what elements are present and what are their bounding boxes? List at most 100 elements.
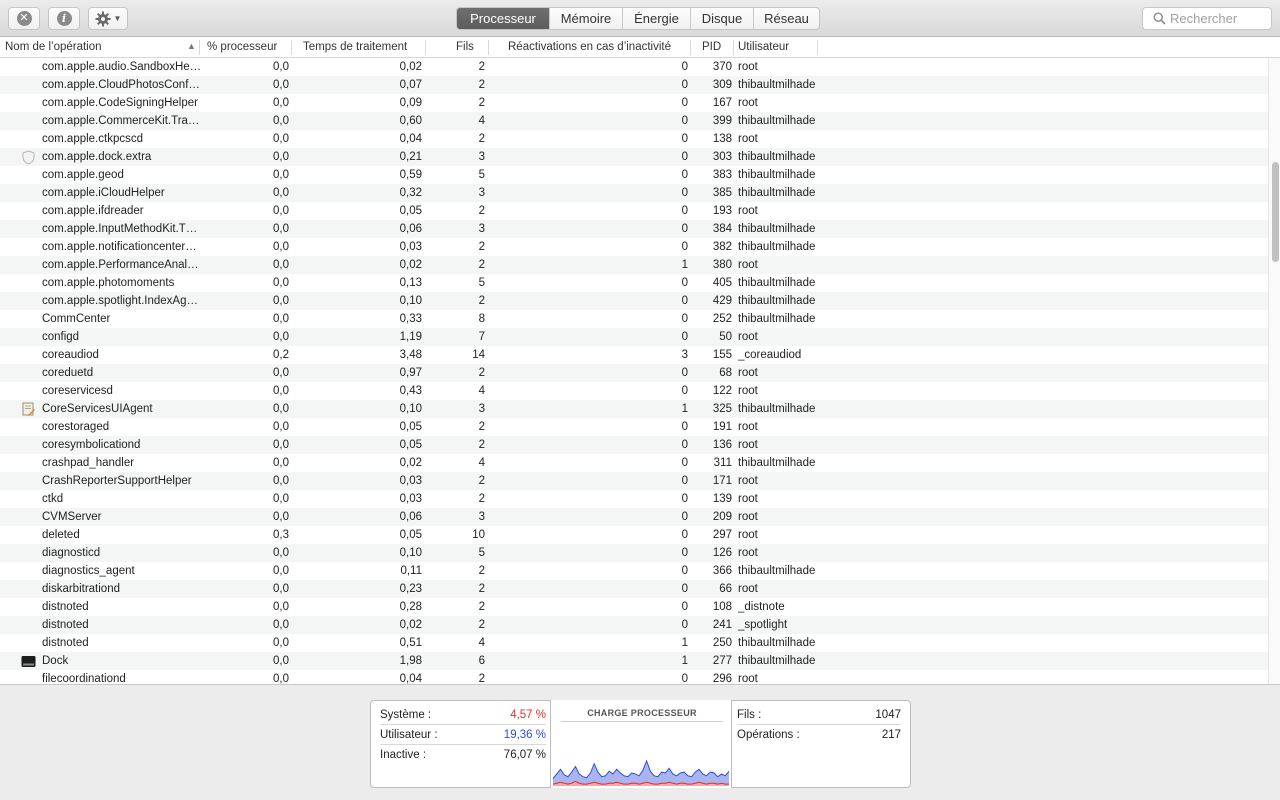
column-user-header[interactable]: Utilisateur	[738, 37, 789, 58]
table-row[interactable]: deleted 0,3 0,05 10 0 297 root	[0, 526, 1268, 544]
inspect-process-button[interactable]: i	[48, 7, 80, 30]
table-row[interactable]: CrashReporterSupportHelper 0,0 0,03 2 0 171 ro…	[0, 472, 1268, 490]
thread-count: 2	[478, 475, 485, 487]
user-name: root	[738, 97, 758, 109]
table-row[interactable]: coreduetd 0,0 0,97 2 0 68 root	[0, 364, 1268, 382]
process-name: CoreServicesUIAgent	[42, 403, 153, 415]
table-row[interactable]: CoreServicesUIAgent 0,0 0,10 3 1 325 thibaultm…	[0, 400, 1268, 418]
processes-stat: Opérations : 217	[737, 725, 901, 745]
user-name: root	[738, 529, 758, 541]
cpu-percent: 0,0	[273, 313, 289, 325]
table-row[interactable]: coreservicesd 0,0 0,43 4 0 122 root	[0, 382, 1268, 400]
thread-count: 4	[478, 637, 485, 649]
table-row[interactable]: com.apple.spotlight.IndexAg… 0,0 0,10 2 0 429…	[0, 292, 1268, 310]
process-name: com.apple.ifdreader	[42, 205, 144, 217]
table-row[interactable]: corestoraged 0,0 0,05 2 0 191 root	[0, 418, 1268, 436]
process-name: coreduetd	[42, 367, 94, 379]
idle-wakeups: 0	[681, 79, 688, 91]
process-name: crashpad_handler	[42, 457, 135, 469]
table-row[interactable]: Dock 0,0 1,98 6 1 277 thibaultmilhade	[0, 652, 1268, 670]
tab-processeur[interactable]: Processeur	[457, 8, 549, 29]
search-field[interactable]	[1142, 7, 1272, 30]
table-row[interactable]: coreaudiod 0,2 3,48 14 3 155 _coreaudiod	[0, 346, 1268, 364]
user-name: root	[738, 61, 758, 73]
table-row[interactable]: distnoted 0,0 0,51 4 1 250 thibaultmilhade	[0, 634, 1268, 652]
cpu-time: 0,43	[399, 385, 422, 397]
table-row[interactable]: configd 0,0 1,19 7 0 50 root	[0, 328, 1268, 346]
cpu-percent: 0,0	[273, 421, 289, 433]
column-pid-header[interactable]: PID	[702, 37, 721, 58]
pid: 155	[712, 349, 732, 361]
table-row[interactable]: crashpad_handler 0,0 0,02 4 0 311 thibaultmilh…	[0, 454, 1268, 472]
table-row[interactable]: diskarbitrationd 0,0 0,23 2 0 66 root	[0, 580, 1268, 598]
column-threads-header[interactable]: Fils	[456, 37, 474, 58]
tab-memoire[interactable]: Mémoire	[549, 8, 622, 29]
table-row[interactable]: com.apple.iCloudHelper 0,0 0,32 3 0 385 thibau…	[0, 184, 1268, 202]
thread-count: 2	[478, 259, 485, 271]
column-time-header[interactable]: Temps de traitement	[303, 37, 407, 58]
gear-icon	[95, 11, 111, 26]
tab-energie[interactable]: Énergie	[622, 8, 690, 29]
column-cpu-header[interactable]: % processeur	[207, 37, 277, 58]
table-row[interactable]: com.apple.notificationcenter… 0,0 0,03 2 0 38…	[0, 238, 1268, 256]
table-row[interactable]: diagnosticd 0,0 0,10 5 0 126 root	[0, 544, 1268, 562]
agent-app-icon	[21, 402, 36, 416]
processes-value: 217	[881, 729, 901, 741]
table-row[interactable]: com.apple.geod 0,0 0,59 5 0 383 thibaultmilhad…	[0, 166, 1268, 184]
table-row[interactable]: com.apple.CloudPhotosConf… 0,0 0,07 2 0 309 th…	[0, 76, 1268, 94]
user-name: thibaultmilhade	[738, 403, 816, 415]
search-input[interactable]	[1170, 11, 1270, 26]
table-row[interactable]: com.apple.photomoments 0,0 0,13 5 0 405 thibau…	[0, 274, 1268, 292]
cpu-percent: 0,3	[273, 529, 289, 541]
tab-disque[interactable]: Disque	[690, 8, 753, 29]
table-row[interactable]: com.apple.ctkpcscd 0,0 0,04 2 0 138 root	[0, 130, 1268, 148]
cpu-percent: 0,0	[273, 439, 289, 451]
process-name: com.apple.dock.extra	[42, 151, 152, 163]
idle-wakeups: 0	[681, 619, 688, 631]
table-row[interactable]: distnoted 0,0 0,28 2 0 108 _distnote	[0, 598, 1268, 616]
pid: 167	[712, 97, 732, 109]
cpu-time: 0,59	[399, 169, 422, 181]
table-row[interactable]: diagnostics_agent 0,0 0,11 2 0 366 thibaultmil…	[0, 562, 1268, 580]
idle-wakeups: 0	[681, 187, 688, 199]
thread-count: 2	[478, 421, 485, 433]
idle-wakeups: 0	[681, 367, 688, 379]
close-circle-icon: ✕	[16, 11, 32, 26]
pid: 138	[712, 133, 732, 145]
thread-count: 2	[478, 583, 485, 595]
table-row[interactable]: com.apple.InputMethodKit.T… 0,0 0,06 3 0 384 t…	[0, 220, 1268, 238]
thread-count: 5	[478, 169, 485, 181]
idle-wakeups: 0	[681, 475, 688, 487]
process-name: com.apple.CodeSigningHelper	[42, 97, 198, 109]
cpu-percent: 0,0	[273, 259, 289, 271]
pid: 241	[712, 619, 732, 631]
tab-reseau[interactable]: Réseau	[753, 8, 819, 29]
table-row[interactable]: com.apple.PerformanceAnal… 0,0 0,02 2 1 380 ro…	[0, 256, 1268, 274]
close-process-button[interactable]: ✕	[8, 7, 40, 30]
table-row[interactable]: CommCenter 0,0 0,33 8 0 252 thibaultmilhade	[0, 310, 1268, 328]
column-name-header[interactable]: Nom de l’opération	[5, 37, 102, 58]
table-row[interactable]: com.apple.CommerceKit.Tra… 0,0 0,60 4 0 399 th…	[0, 112, 1268, 130]
idle-wakeups: 0	[681, 421, 688, 433]
table-row[interactable]: com.apple.dock.extra 0,0 0,21 3 0 303 thibault…	[0, 148, 1268, 166]
user-name: thibaultmilhade	[738, 169, 816, 181]
table-row[interactable]: com.apple.audio.SandboxHe… 0,0 0,02 2 0 370 ro…	[0, 58, 1268, 76]
scrollbar-thumb[interactable]	[1272, 162, 1279, 262]
thread-count: 7	[478, 331, 485, 343]
vertical-scrollbar[interactable]	[1268, 58, 1280, 684]
search-icon	[1153, 12, 1166, 25]
process-name: ctkd	[42, 493, 64, 505]
table-row[interactable]: distnoted 0,0 0,02 2 0 241 _spotlight	[0, 616, 1268, 634]
table-row[interactable]: ctkd 0,0 0,03 2 0 139 root	[0, 490, 1268, 508]
action-menu-button[interactable]: ▼	[88, 7, 128, 30]
column-wakeups-header[interactable]: Réactivations en cas d’inactivité	[508, 37, 671, 58]
process-name: deleted	[42, 529, 80, 541]
user-name: _coreaudiod	[738, 349, 802, 361]
table-row[interactable]: filecoordinationd 0,0 0,04 2 0 296 root	[0, 670, 1268, 684]
table-row[interactable]: com.apple.ifdreader 0,0 0,05 2 0 193 root	[0, 202, 1268, 220]
table-row[interactable]: com.apple.CodeSigningHelper 0,0 0,09 2 0 167 r…	[0, 94, 1268, 112]
process-name: Dock	[42, 655, 69, 667]
table-row[interactable]: CVMServer 0,0 0,06 3 0 209 root	[0, 508, 1268, 526]
user-name: thibaultmilhade	[738, 313, 816, 325]
table-row[interactable]: coresymbolicationd 0,0 0,05 2 0 136 root	[0, 436, 1268, 454]
